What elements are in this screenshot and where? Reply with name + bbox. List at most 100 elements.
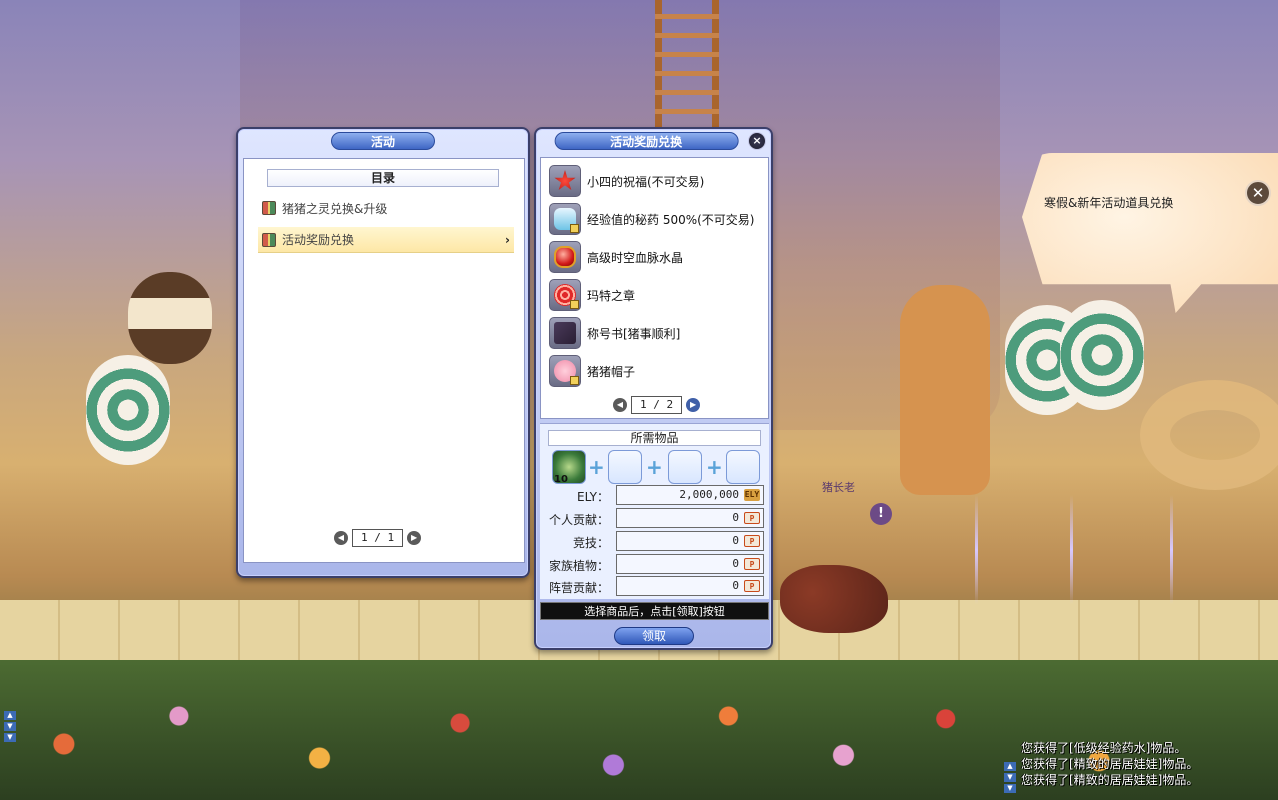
next-page-arrow-icon[interactable]: ▶ bbox=[407, 531, 422, 545]
empty-item-slot[interactable] bbox=[726, 450, 760, 484]
gift-box-icon bbox=[262, 201, 276, 215]
empty-item-slot[interactable] bbox=[608, 450, 642, 484]
activity-panel-title: 活动 bbox=[331, 132, 435, 150]
reward-item[interactable]: 小四的祝福(不可交易) bbox=[549, 164, 704, 198]
point-currency-icon: P bbox=[744, 580, 760, 592]
scroll-bottom-icon[interactable]: ▼ bbox=[4, 733, 16, 742]
cost-value: 0P bbox=[616, 531, 764, 551]
light-pillar bbox=[975, 495, 978, 605]
close-icon[interactable]: ✕ bbox=[1245, 180, 1271, 206]
required-items-area: 所需物品 10 + + + ELY： 2,000,000 ELY 个人贡献： 0P… bbox=[540, 423, 769, 599]
catalog-pager: ◀ 1 / 1 ▶ bbox=[334, 529, 422, 547]
activity-panel-body: 目录 猪猪之灵兑换&升级 活动奖励兑换 › ◀ 1 / 1 ▶ bbox=[243, 158, 525, 563]
light-pillar bbox=[1170, 495, 1173, 605]
instruction-hint: 选择商品后，点击[领取]按钮 bbox=[540, 602, 769, 620]
reward-exchange-panel: 活动奖励兑换 × 小四的祝福(不可交易) 经验值的秘药 500%(不可交易) 高… bbox=[534, 127, 773, 650]
boar-character[interactable] bbox=[780, 565, 888, 633]
chevron-right-icon: › bbox=[505, 232, 510, 247]
required-item-count: 10 bbox=[554, 474, 568, 485]
reward-pager: ◀ 1 / 2 ▶ bbox=[613, 396, 701, 414]
red-star-icon bbox=[549, 165, 581, 197]
light-pillar bbox=[1070, 495, 1073, 605]
cost-label: 个人贡献： bbox=[548, 513, 609, 527]
cost-row-family: 家族植物： 0P bbox=[540, 554, 769, 574]
plus-icon: + bbox=[646, 455, 663, 479]
quest-marker-icon[interactable]: ! bbox=[870, 503, 892, 525]
system-chat-log: 您获得了[低级经验药水]物品。 您获得了[精致的居居娃娃]物品。 您获得了[精致… bbox=[1021, 740, 1198, 788]
cost-value: 0P bbox=[616, 576, 764, 596]
lollipop bbox=[1060, 300, 1144, 410]
sandwich-cookie bbox=[128, 272, 212, 364]
page-indicator: 1 / 2 bbox=[631, 396, 683, 414]
reward-item[interactable]: 猪猪帽子 bbox=[549, 354, 635, 388]
scroll-bottom-icon[interactable]: ▼ bbox=[1004, 784, 1016, 793]
cost-label: ELY： bbox=[576, 490, 609, 504]
catalog-item-reward-exchange[interactable]: 活动奖励兑换 › bbox=[258, 227, 514, 253]
reward-item-label: 小四的祝福(不可交易) bbox=[587, 174, 705, 189]
prev-page-arrow-icon[interactable]: ◀ bbox=[334, 531, 348, 545]
untradeable-lock-icon bbox=[570, 300, 579, 309]
required-items-header: 所需物品 bbox=[548, 430, 761, 446]
chat-scroll-right: ▲ ▼ ▼ bbox=[1004, 762, 1016, 793]
point-currency-icon: P bbox=[744, 512, 760, 524]
reward-item-label: 玛特之章 bbox=[587, 288, 636, 303]
ladder[interactable] bbox=[655, 0, 719, 130]
red-seal-icon bbox=[549, 279, 581, 311]
claim-button[interactable]: 领取 bbox=[614, 627, 694, 645]
ely-currency-icon: ELY bbox=[744, 489, 760, 501]
reward-item[interactable]: 玛特之章 bbox=[549, 278, 635, 312]
npc-name-label: 猪长老 bbox=[822, 481, 855, 494]
plus-icon: + bbox=[706, 455, 723, 479]
reward-list: 小四的祝福(不可交易) 经验值的秘药 500%(不可交易) 高级时空血脉水晶 玛… bbox=[540, 157, 769, 419]
page-indicator: 1 / 1 bbox=[352, 529, 404, 547]
cost-row-faction: 阵营贡献： 0P bbox=[540, 576, 769, 596]
empty-item-slot[interactable] bbox=[668, 450, 702, 484]
untradeable-lock-icon bbox=[570, 376, 579, 385]
reward-item-label: 高级时空血脉水晶 bbox=[587, 250, 684, 265]
lollipop bbox=[86, 355, 170, 465]
required-item-slot[interactable]: 10 bbox=[552, 450, 586, 485]
reward-item-label: 猪猪帽子 bbox=[587, 364, 636, 379]
reward-item-label: 称号书[猪事顺利] bbox=[587, 326, 681, 341]
catalog-item-pig-spirit[interactable]: 猪猪之灵兑换&升级 bbox=[258, 195, 514, 221]
close-icon[interactable]: × bbox=[748, 132, 766, 150]
catalog-item-label: 猪猪之灵兑换&升级 bbox=[282, 201, 388, 216]
cost-value: 2,000,000 ELY bbox=[616, 485, 764, 505]
activity-panel: 活动 目录 猪猪之灵兑换&升级 活动奖励兑换 › ◀ 1 / 1 ▶ bbox=[236, 127, 530, 578]
pig-hat-icon bbox=[549, 355, 581, 387]
cost-value: 0P bbox=[616, 554, 764, 574]
reward-item[interactable]: 高级时空血脉水晶 bbox=[549, 240, 683, 274]
cost-label: 家族植物： bbox=[548, 559, 609, 573]
cost-value: 0P bbox=[616, 508, 764, 528]
chat-scroll-left: ▲ ▼ ▼ bbox=[4, 711, 16, 742]
point-currency-icon: P bbox=[744, 558, 760, 570]
chat-line: 您获得了[精致的居居娃娃]物品。 bbox=[1021, 757, 1199, 771]
scroll-up-icon[interactable]: ▲ bbox=[1004, 762, 1016, 771]
red-crystal-icon bbox=[549, 241, 581, 273]
scroll-down-icon[interactable]: ▼ bbox=[1004, 773, 1016, 782]
next-page-arrow-icon[interactable]: ▶ bbox=[686, 398, 701, 412]
catalog-header: 目录 bbox=[267, 169, 499, 187]
scroll-down-icon[interactable]: ▼ bbox=[4, 722, 16, 731]
catalog-item-label: 活动奖励兑换 bbox=[282, 233, 355, 247]
reward-item[interactable]: 称号书[猪事顺利] bbox=[549, 316, 680, 350]
point-currency-icon: P bbox=[744, 535, 760, 547]
cost-row-ely: ELY： 2,000,000 ELY bbox=[540, 485, 769, 505]
cost-label: 阵营贡献： bbox=[548, 581, 609, 595]
prev-page-arrow-icon[interactable]: ◀ bbox=[613, 398, 627, 412]
reward-item[interactable]: 经验值的秘药 500%(不可交易) bbox=[549, 202, 755, 236]
scroll-up-icon[interactable]: ▲ bbox=[4, 711, 16, 720]
cost-label: 竞技： bbox=[572, 536, 609, 550]
chat-line: 您获得了[精致的居居娃娃]物品。 bbox=[1021, 773, 1199, 787]
reward-item-label: 经验值的秘药 500%(不可交易) bbox=[587, 212, 755, 227]
potion-icon bbox=[549, 203, 581, 235]
npc-bubble-text[interactable]: 寒假&新年活动道具兑换 bbox=[1044, 194, 1173, 211]
title-book-icon bbox=[549, 317, 581, 349]
untradeable-lock-icon bbox=[570, 224, 579, 233]
plus-icon: + bbox=[588, 455, 605, 479]
cost-row-personal: 个人贡献： 0P bbox=[540, 508, 769, 528]
gingerbread-man bbox=[900, 285, 990, 495]
reward-panel-title: 活动奖励兑换 bbox=[554, 132, 739, 150]
chat-line: 您获得了[低级经验药水]物品。 bbox=[1021, 741, 1187, 755]
cost-row-arena: 竞技： 0P bbox=[540, 531, 769, 551]
